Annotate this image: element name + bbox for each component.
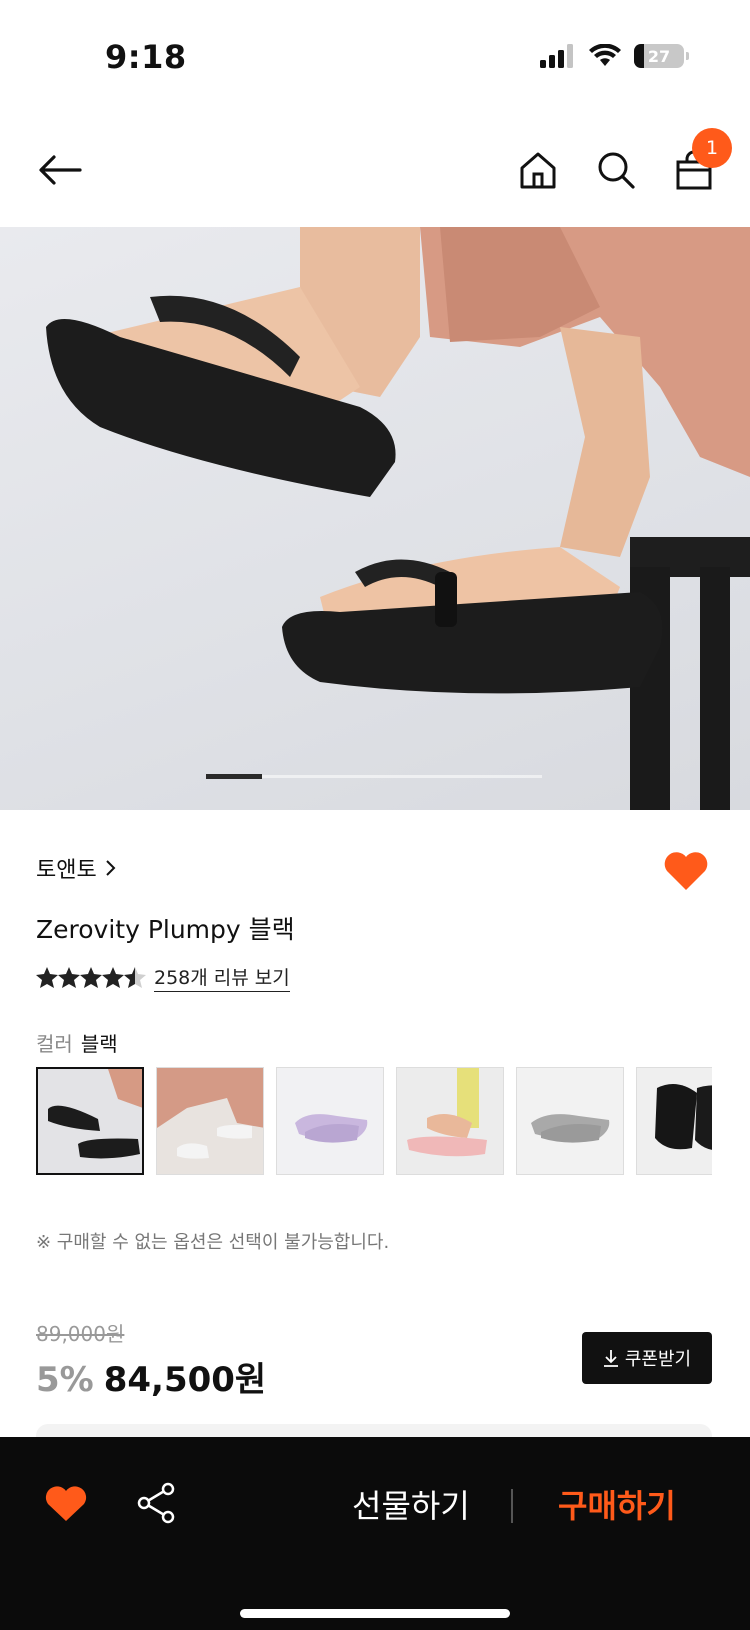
back-arrow-icon [39,155,82,185]
home-icon [520,152,556,189]
swatch-black-box[interactable] [636,1067,712,1175]
rating-row: 258개 리뷰 보기 [36,963,290,992]
product-photo [46,227,750,810]
star-icon [80,967,102,988]
star-icon [58,967,80,988]
download-icon [603,1350,618,1367]
brand-name: 토앤토 [36,858,97,883]
back-button[interactable] [30,140,90,200]
buy-button[interactable]: 구매하기 [558,1481,676,1527]
coupon-button[interactable]: 쿠폰받기 [582,1332,712,1384]
color-value: 블랙 [80,1032,118,1056]
status-bar: 9:18 27 [0,0,750,110]
status-icons: 27 [540,44,689,68]
brand-link[interactable]: 토앤토 [36,852,117,884]
cart-count-badge: 1 [692,128,732,168]
wishlist-heart-icon[interactable] [662,848,710,892]
signal-icon [540,44,573,68]
star-icon [102,967,124,988]
battery-icon: 27 [634,44,689,68]
sale-price: 84,500원 [103,1360,267,1400]
swatch-black[interactable] [36,1067,144,1175]
coupon-label: 쿠폰받기 [624,1349,692,1370]
option-notice: ※ 구매할 수 없는 옵션은 선택이 불가능합니다. [36,1232,390,1253]
bottom-action-bar: 선물하기 구매하기 [0,1437,750,1630]
carousel-indicator [206,774,542,779]
price-row: 5% 84,500원 [36,1352,266,1401]
share-icon[interactable] [134,1481,178,1525]
original-price: 89,000원 [36,1322,125,1346]
battery-level: 27 [647,46,671,66]
product-name: Zerovity Plumpy 블랙 [36,915,295,944]
half-star-icon [124,967,146,988]
chevron-right-icon [106,860,116,876]
top-nav [0,120,750,220]
search-button[interactable] [590,140,642,200]
bottom-wishlist-heart-icon[interactable] [44,1483,88,1523]
swatch-gray[interactable] [516,1067,624,1175]
swatch-pink[interactable] [396,1067,504,1175]
rating-stars [36,967,146,988]
color-swatch-list [36,1067,712,1175]
bottom-bar-divider [511,1489,513,1523]
star-icon [36,967,58,988]
swatch-white[interactable] [156,1067,264,1175]
home-button[interactable] [512,140,564,200]
product-image-carousel[interactable] [0,227,750,810]
carousel-indicator-active [206,774,262,779]
status-time: 9:18 [105,38,187,76]
color-label: 컬러 [36,1032,73,1056]
discount-rate: 5% [36,1360,94,1400]
review-link[interactable]: 258개 리뷰 보기 [154,963,290,992]
gift-button[interactable]: 선물하기 [352,1481,470,1527]
home-indicator[interactable] [240,1609,510,1618]
color-option-label: 컬러 블랙 [36,1028,118,1057]
wifi-icon [589,44,621,66]
search-icon [598,152,635,189]
swatch-lavender[interactable] [276,1067,384,1175]
